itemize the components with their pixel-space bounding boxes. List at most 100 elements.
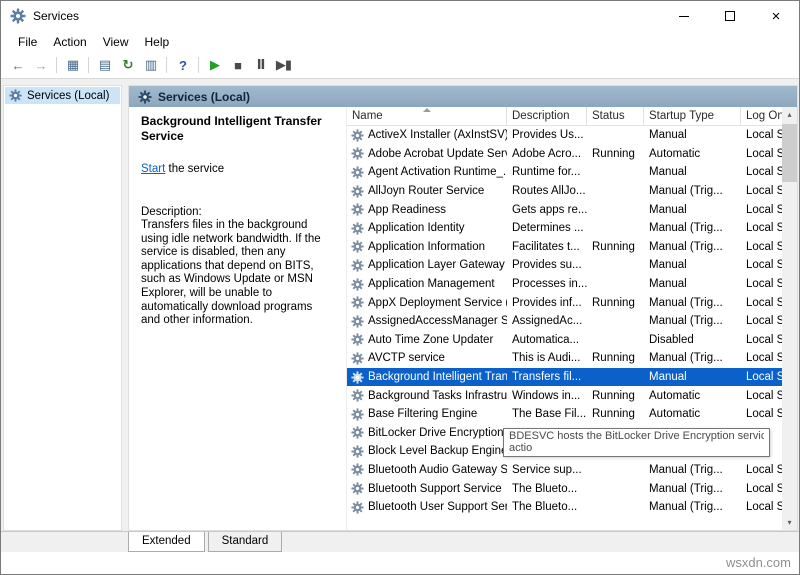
vertical-scrollbar[interactable]: ▴ ▾ [782, 107, 797, 530]
scroll-down-button[interactable]: ▾ [782, 515, 797, 530]
service-row[interactable]: AVCTP service This is Audi... Running Ma… [347, 349, 782, 368]
service-gear-icon [351, 166, 364, 179]
service-startup-cell: Manual (Trig... [644, 498, 741, 517]
service-name: Background Intelligent Tran... [368, 371, 507, 383]
minimize-button[interactable] [661, 1, 707, 31]
service-row[interactable]: Agent Activation Runtime_... Runtime for… [347, 163, 782, 182]
back-button[interactable]: ← [6, 54, 29, 76]
service-row[interactable]: Base Filtering Engine The Base Fil... Ru… [347, 405, 782, 424]
service-name-cell: AVCTP service [347, 349, 507, 368]
column-header-status[interactable]: Status [587, 107, 644, 125]
help-button[interactable]: ? [171, 54, 194, 76]
scrollbar-track[interactable] [782, 182, 797, 515]
restart-service-button[interactable]: ▶▮ [272, 54, 295, 76]
service-row[interactable]: Adobe Acrobat Update Serv... Adobe Acro.… [347, 145, 782, 164]
service-row[interactable]: Background Tasks Infrastruc... Windows i… [347, 386, 782, 405]
service-name-cell: AppX Deployment Service (... [347, 293, 507, 312]
service-status-cell: Running [587, 145, 644, 164]
scrollbar-thumb[interactable] [782, 124, 797, 182]
menu-action[interactable]: Action [45, 33, 94, 51]
service-name: App Readiness [368, 204, 446, 216]
service-row[interactable]: Application Layer Gateway ... Provides s… [347, 256, 782, 275]
menu-help[interactable]: Help [137, 33, 178, 51]
service-name: Background Tasks Infrastruc... [368, 390, 507, 402]
start-service-button[interactable]: ▶ [203, 54, 226, 76]
service-gear-icon [351, 463, 364, 476]
service-row[interactable]: Application Identity Determines ... Manu… [347, 219, 782, 238]
service-name-cell: ActiveX Installer (AxInstSV) [347, 126, 507, 145]
tab-standard[interactable]: Standard [208, 532, 283, 552]
service-name: Bluetooth Support Service [368, 483, 502, 495]
service-description-cell: Facilitates t... [507, 238, 587, 257]
service-name: ActiveX Installer (AxInstSV) [368, 129, 507, 141]
menu-file[interactable]: File [10, 33, 45, 51]
services-window: Services × File Action View Help ← → ▦ ▤… [0, 0, 800, 575]
service-logon-cell: Local Sy [741, 238, 782, 257]
column-header-name[interactable]: Name [347, 107, 507, 125]
service-row[interactable]: Application Information Facilitates t...… [347, 238, 782, 257]
service-name-cell: AssignedAccessManager Se... [347, 312, 507, 331]
service-startup-cell: Manual (Trig... [644, 182, 741, 201]
forward-button[interactable]: → [29, 54, 52, 76]
export-list-button[interactable]: ▤ [93, 54, 116, 76]
service-description-cell: Provides su... [507, 256, 587, 275]
service-name: AssignedAccessManager Se... [368, 315, 507, 327]
service-row[interactable]: Bluetooth Support Service The Blueto... … [347, 479, 782, 498]
service-name: Auto Time Zone Updater [368, 334, 493, 346]
toolbar-separator [198, 57, 199, 73]
toolbar: ← → ▦ ▤ ↻ ▥ ? ▶ ■ Ⅱ ▶▮ [1, 52, 799, 79]
maximize-button[interactable] [707, 1, 753, 31]
service-row[interactable]: AssignedAccessManager Se... AssignedAc..… [347, 312, 782, 331]
show-console-tree-button[interactable]: ▦ [61, 54, 84, 76]
properties-button[interactable]: ▥ [139, 54, 162, 76]
service-name-cell: Background Intelligent Tran... [347, 368, 507, 387]
minimize-icon [679, 16, 689, 17]
menu-view[interactable]: View [95, 33, 137, 51]
service-startup-cell: Disabled [644, 331, 741, 350]
service-status-cell [587, 256, 644, 275]
service-description-cell: This is Audi... [507, 349, 587, 368]
service-row[interactable]: AppX Deployment Service (... Provides in… [347, 293, 782, 312]
service-row[interactable]: App Readiness Gets apps re... Manual Loc… [347, 200, 782, 219]
service-description-cell: Routes AllJo... [507, 182, 587, 201]
tree-item-label: Services (Local) [27, 90, 109, 102]
pause-service-button[interactable]: Ⅱ [249, 54, 272, 76]
service-startup-cell: Manual (Trig... [644, 479, 741, 498]
maximize-icon [725, 11, 735, 21]
close-icon: × [772, 8, 781, 25]
service-row[interactable]: ActiveX Installer (AxInstSV) Provides Us… [347, 126, 782, 145]
service-row[interactable]: Bluetooth Audio Gateway S... Service sup… [347, 461, 782, 480]
stop-service-button[interactable]: ■ [226, 54, 249, 76]
service-name: Base Filtering Engine [368, 408, 477, 420]
service-gear-icon [351, 501, 364, 514]
service-name-cell: Application Layer Gateway ... [347, 256, 507, 275]
service-row[interactable]: AllJoyn Router Service Routes AllJo... M… [347, 182, 782, 201]
column-header-description[interactable]: Description [507, 107, 587, 125]
service-row[interactable]: Auto Time Zone Updater Automatica... Dis… [347, 331, 782, 350]
start-service-link[interactable]: Start [141, 163, 165, 175]
service-startup-cell: Manual [644, 126, 741, 145]
scroll-up-button[interactable]: ▴ [782, 107, 797, 122]
service-row[interactable]: Bluetooth User Support Ser... The Blueto… [347, 498, 782, 517]
service-name-cell: AllJoyn Router Service [347, 182, 507, 201]
service-description-cell: Transfers fil... [507, 368, 587, 387]
tree-item-services-local[interactable]: Services (Local) [5, 87, 120, 104]
tab-extended[interactable]: Extended [128, 532, 205, 552]
service-name: Bluetooth Audio Gateway S... [368, 464, 507, 476]
column-header-startup-type[interactable]: Startup Type [644, 107, 741, 125]
service-row[interactable]: Background Intelligent Tran... Transfers… [347, 368, 782, 387]
watermark: wsxdn.com [726, 555, 791, 570]
service-row[interactable]: Application Management Processes in... M… [347, 275, 782, 294]
service-name-cell: BitLocker Drive Encryption ... [347, 424, 507, 443]
service-name-cell: Background Tasks Infrastruc... [347, 386, 507, 405]
service-logon-cell: Local Sy [741, 498, 782, 517]
service-status-cell: Running [587, 293, 644, 312]
close-button[interactable]: × [753, 1, 799, 31]
service-logon-cell: Local Se [741, 405, 782, 424]
column-header-log-on[interactable]: Log On [741, 107, 782, 125]
service-logon-cell: Local Se [741, 256, 782, 275]
service-name-cell: Application Information [347, 238, 507, 257]
service-gear-icon [351, 482, 364, 495]
refresh-button[interactable]: ↻ [116, 54, 139, 76]
sort-ascending-icon [423, 108, 431, 112]
